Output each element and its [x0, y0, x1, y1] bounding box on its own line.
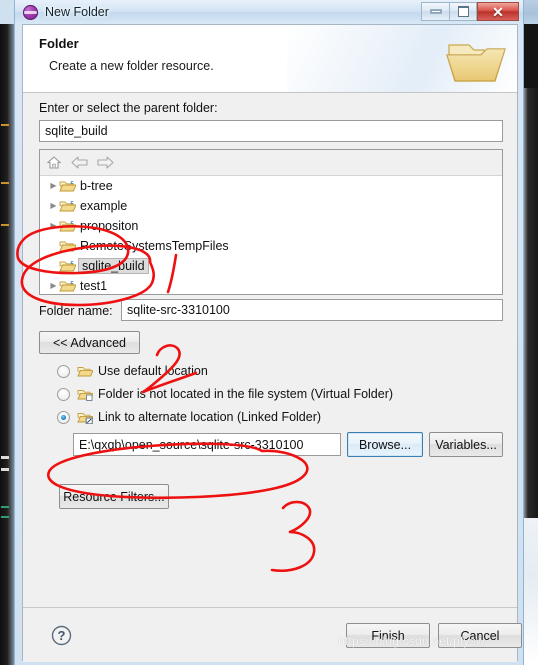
expand-triangle-icon[interactable]: ▶: [48, 182, 59, 190]
folder-virtual-icon: [77, 388, 93, 401]
forward-arrow-icon[interactable]: [97, 156, 114, 169]
maximize-icon: [457, 6, 469, 17]
page-description: Create a new folder resource.: [49, 59, 214, 73]
radio-label: Link to alternate location (Linked Folde…: [98, 410, 322, 424]
tree-toolbar: [40, 150, 502, 176]
close-button[interactable]: ✕: [477, 2, 519, 21]
radio-indicator[interactable]: [57, 364, 70, 378]
project-folder-icon: c: [59, 220, 76, 232]
tree-item-propositon[interactable]: ▶ c propositon: [40, 216, 502, 236]
window-controls: ✕: [421, 2, 519, 21]
variables-button[interactable]: Variables...: [429, 432, 503, 457]
tree-item-label: sqlite_build: [78, 258, 149, 274]
tree-item-label: test1: [80, 279, 108, 293]
expand-triangle-icon[interactable]: ▶: [48, 222, 59, 230]
back-arrow-icon[interactable]: [71, 156, 88, 169]
advanced-toggle-button[interactable]: << Advanced: [39, 331, 140, 354]
svg-text:c: c: [71, 260, 74, 266]
window-title: New Folder: [45, 5, 109, 19]
tree-item-b-tree[interactable]: ▶ c b-tree: [40, 176, 502, 196]
svg-text:c: c: [71, 280, 74, 286]
minimize-button[interactable]: [421, 2, 449, 21]
tree-item-label: b-tree: [80, 179, 113, 193]
folder-banner-icon: [446, 44, 506, 82]
folder-default-icon: [77, 365, 93, 378]
tree-item-remotesystemstempfiles[interactable]: RemoteSystemsTempFiles: [40, 236, 502, 256]
folder-icon: [59, 241, 76, 252]
folder-tree[interactable]: ▶ c b-tree ▶ c example ▶ c propositon Re…: [39, 149, 503, 295]
project-folder-icon: c: [59, 200, 76, 212]
expand-triangle-icon[interactable]: ▶: [48, 202, 59, 210]
project-folder-icon: c: [59, 180, 76, 192]
folder-linked-icon: [77, 411, 93, 424]
help-question-icon[interactable]: ?: [51, 625, 72, 646]
home-icon[interactable]: [46, 155, 62, 170]
resource-filters-button[interactable]: Resource Filters...: [59, 484, 169, 509]
dialog-content: Enter or select the parent folder: sqlit…: [23, 93, 517, 607]
tree-item-sqlite-build[interactable]: c sqlite_build: [40, 256, 502, 276]
radio-indicator[interactable]: [57, 387, 70, 401]
desktop-top-left-corner: [0, 0, 14, 24]
radio-virtual-folder[interactable]: Folder is not located in the file system…: [57, 387, 393, 401]
desktop-right-dark-strip: [524, 88, 538, 518]
tree-item-label: propositon: [80, 219, 139, 233]
new-folder-window: New Folder ✕ Folder Create a new folder …: [14, 0, 524, 665]
watermark-text: https://blog.csdn.net/pfysw: [338, 634, 485, 648]
svg-text:c: c: [71, 220, 74, 226]
tree-item-label: RemoteSystemsTempFiles: [80, 239, 229, 253]
new-folder-dialog: Folder Create a new folder resource. Ent…: [22, 24, 522, 662]
svg-text:?: ?: [58, 628, 66, 643]
desktop-left-chips: [0, 96, 10, 566]
tree-item-example[interactable]: ▶ c example: [40, 196, 502, 216]
desktop-right-light-strip: [524, 518, 538, 665]
project-folder-icon: c: [59, 280, 76, 292]
parent-folder-input[interactable]: sqlite_build: [39, 120, 503, 142]
folder-name-input[interactable]: sqlite-src-3310100: [121, 299, 503, 321]
project-folder-icon: c: [59, 260, 76, 272]
link-location-input[interactable]: E:\qxqb\open_source\sqlite-src-3310100: [73, 433, 341, 456]
radio-use-default-location[interactable]: Use default location: [57, 364, 208, 378]
svg-text:c: c: [71, 200, 74, 206]
radio-label: Use default location: [98, 364, 208, 378]
page-title: Folder: [39, 36, 79, 51]
minimize-icon: [429, 9, 442, 14]
dialog-header: Folder Create a new folder resource.: [23, 25, 517, 93]
window-titlebar[interactable]: New Folder ✕: [15, 0, 523, 24]
radio-label: Folder is not located in the file system…: [98, 387, 394, 401]
tree-item-test1[interactable]: ▶ c test1: [40, 276, 502, 294]
parent-folder-label: Enter or select the parent folder:: [39, 101, 218, 115]
close-icon: ✕: [492, 3, 504, 20]
folder-name-label: Folder name:: [39, 304, 113, 318]
svg-text:c: c: [71, 180, 74, 186]
eclipse-sphere-icon: [23, 4, 38, 20]
browse-button[interactable]: Browse...: [347, 432, 423, 457]
tree-item-label: example: [80, 199, 128, 213]
radio-linked-folder[interactable]: Link to alternate location (Linked Folde…: [57, 410, 321, 424]
radio-indicator[interactable]: [57, 410, 70, 424]
maximize-button[interactable]: [449, 2, 477, 21]
expand-triangle-icon[interactable]: ▶: [48, 282, 59, 290]
